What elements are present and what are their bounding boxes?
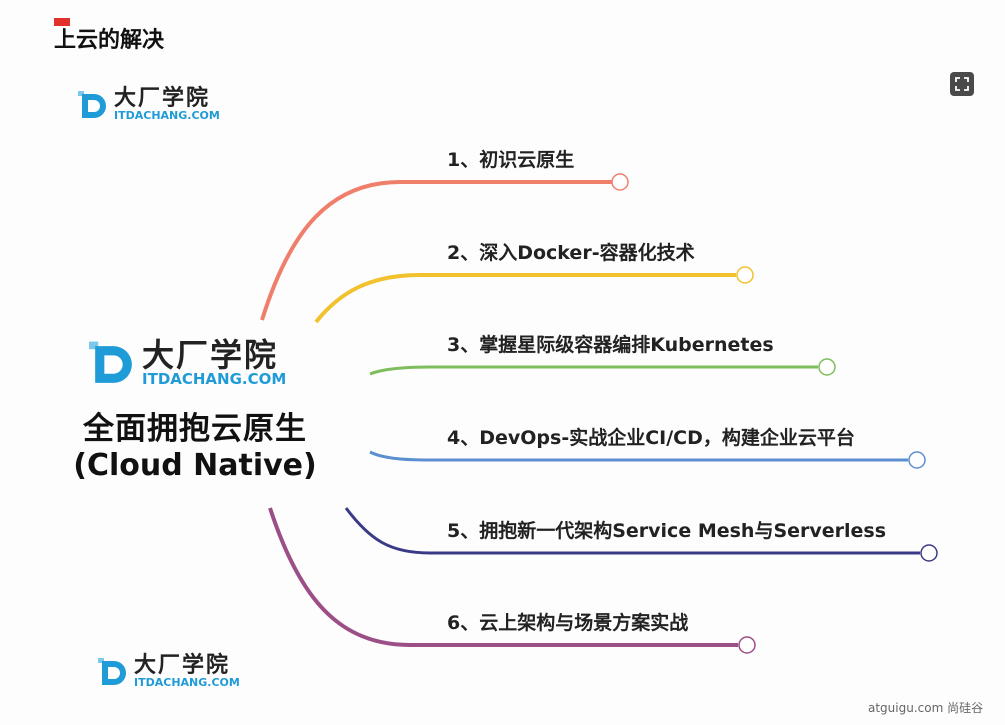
branch-node-3 [818, 358, 836, 376]
logo-brand-text: 大厂学院 [134, 653, 231, 678]
branch-label-2: 2、深入Docker-容器化技术 [447, 242, 695, 264]
branch-label-5: 5、拥抱新一代架构Service Mesh与Serverless [447, 520, 887, 542]
branch-line-4 [369, 450, 908, 462]
branch-node-5 [920, 544, 938, 562]
branch-node-6 [738, 636, 756, 654]
branch-line-3 [369, 365, 818, 376]
branch-node-4 [908, 451, 926, 469]
branch-node-2 [736, 266, 754, 284]
branch-label-1: 1、初识云原生 [447, 149, 575, 171]
branch-line-2 [314, 273, 736, 324]
footer-watermark: atguigu.com 尚硅谷 [868, 701, 984, 715]
logo-mark-icon [98, 658, 126, 686]
branch-label-4: 4、DevOps-实战企业CI/CD，构建企业云平台 [447, 427, 855, 449]
branch-label-6: 6、云上架构与场景方案实战 [447, 612, 689, 634]
brand-logo-bottom: 大厂学院 ITDACHANG.COM [96, 655, 240, 689]
branch-label-3: 3、掌握星际级容器编排Kubernetes [447, 334, 774, 356]
logo-domain-text: ITDACHANG.COM [134, 676, 240, 689]
branch-node-1 [611, 173, 629, 191]
